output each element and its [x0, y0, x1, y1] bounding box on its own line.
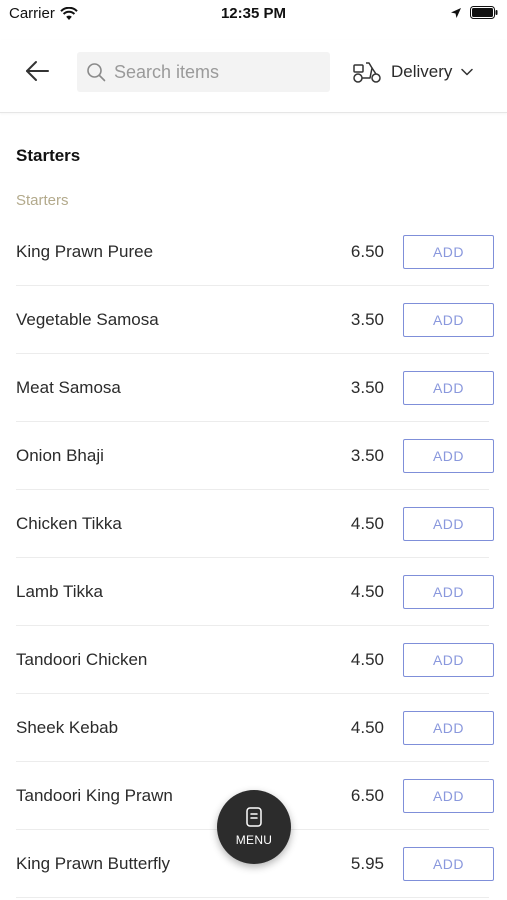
item-name: Vegetable Samosa — [16, 310, 159, 329]
item-price: 4.50 — [350, 650, 384, 669]
menu-card-icon — [246, 807, 262, 827]
menu-item-row[interactable]: Meat Samosa 3.50 ADD — [0, 354, 507, 422]
menu-item-row[interactable]: Vegetable Samosa 3.50 ADD — [0, 286, 507, 354]
item-price: 5.95 — [350, 854, 384, 873]
item-name: Sheek Kebab — [16, 718, 119, 737]
subcategory-label: Starters — [16, 192, 69, 209]
battery-icon — [470, 6, 498, 19]
delivery-selector[interactable]: Delivery — [352, 52, 474, 92]
add-button[interactable]: ADD — [403, 439, 494, 473]
item-name: King Prawn Butterfly — [16, 854, 171, 873]
add-button[interactable]: ADD — [403, 303, 494, 337]
menu-button[interactable]: MENU — [217, 790, 291, 864]
search-icon — [86, 62, 106, 82]
item-price: 3.50 — [350, 378, 384, 397]
item-price: 6.50 — [350, 786, 384, 805]
add-button[interactable]: ADD — [403, 235, 494, 269]
location-arrow-icon — [451, 7, 461, 18]
item-price: 6.50 — [350, 242, 384, 261]
item-name: Tandoori Chicken — [16, 650, 148, 669]
item-name: Lamb Tikka — [16, 582, 103, 601]
status-bar: Carrier 12:35 PM — [0, 0, 507, 30]
search-input[interactable] — [114, 61, 314, 83]
item-name: King Prawn Puree — [16, 242, 154, 261]
add-button[interactable]: ADD — [403, 371, 494, 405]
menu-button-label: MENU — [235, 833, 273, 847]
item-price: 4.50 — [350, 514, 384, 533]
add-button[interactable]: ADD — [403, 847, 494, 881]
top-bar: Delivery — [0, 40, 507, 113]
status-right — [450, 6, 498, 19]
add-button[interactable]: ADD — [403, 711, 494, 745]
status-time: 12:35 PM — [220, 5, 287, 22]
item-price: 3.50 — [350, 446, 384, 465]
item-name: Meat Samosa — [16, 378, 121, 397]
item-name: Tandoori King Prawn — [16, 786, 173, 805]
add-button[interactable]: ADD — [403, 779, 494, 813]
menu-item-row[interactable]: Tandoori Chicken 4.50 ADD — [0, 626, 507, 694]
menu-item-row[interactable]: Sheek Kebab 4.50 ADD — [0, 694, 507, 762]
search-box[interactable] — [77, 52, 330, 92]
add-button[interactable]: ADD — [403, 643, 494, 677]
back-button[interactable] — [18, 52, 56, 90]
item-price: 4.50 — [350, 718, 384, 737]
menu-item-row[interactable]: Onion Bhaji 3.50 ADD — [0, 422, 507, 490]
back-arrow-icon — [26, 61, 49, 81]
delivery-label: Delivery — [391, 62, 453, 81]
item-price: 4.50 — [350, 582, 384, 601]
add-button[interactable]: ADD — [403, 507, 494, 541]
section-title: Starters — [16, 146, 81, 165]
menu-item-row[interactable]: Lamb Tikka 4.50 ADD — [0, 558, 507, 626]
scooter-icon — [353, 62, 381, 83]
menu-item-row[interactable]: Chicken Tikka 4.50 ADD — [0, 490, 507, 558]
chevron-down-icon — [461, 68, 474, 76]
item-name: Chicken Tikka — [16, 514, 122, 533]
item-name: Onion Bhaji — [16, 446, 104, 465]
add-button[interactable]: ADD — [403, 575, 494, 609]
item-price: 3.50 — [350, 310, 384, 329]
menu-item-row[interactable]: King Prawn Puree 6.50 ADD — [0, 218, 507, 286]
